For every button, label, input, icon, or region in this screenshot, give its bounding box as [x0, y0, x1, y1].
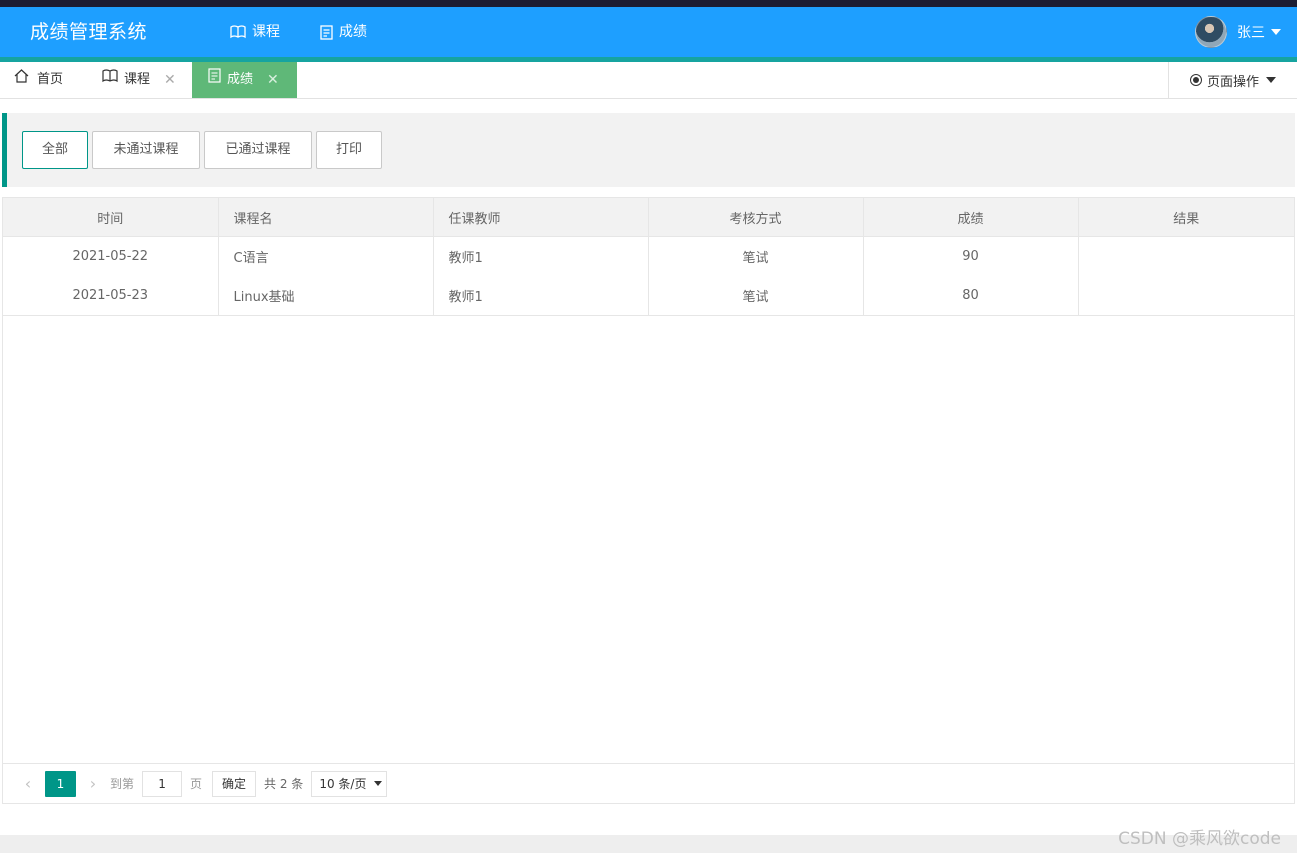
chevron-down-icon: [1271, 29, 1281, 35]
prev-page-button[interactable]: ‹: [17, 774, 39, 793]
document-icon: [208, 62, 221, 98]
page-operations-menu[interactable]: 页面操作: [1168, 62, 1297, 98]
current-page-button[interactable]: 1: [45, 770, 76, 797]
book-icon: [102, 62, 118, 98]
column-header-method[interactable]: 考核方式: [648, 198, 864, 237]
page-operations-label: 页面操作: [1206, 74, 1259, 90]
app-header: 成绩管理系统 课程 成绩 张三: [0, 7, 1297, 62]
next-page-button[interactable]: ›: [82, 774, 104, 793]
print-button[interactable]: 打印: [316, 131, 382, 169]
document-icon: [320, 24, 333, 40]
home-icon: [14, 62, 29, 98]
grades-table: 时间 课程名 任课教师 考核方式 成绩 结果 2021-05-22 C语言 教师…: [2, 197, 1295, 804]
cell-time: 2021-05-22: [3, 236, 219, 276]
filter-toolbar: 全部 未通过课程 已通过课程 打印: [2, 113, 1295, 187]
cell-time: 2021-05-23: [3, 276, 219, 316]
cell-method: 笔试: [648, 236, 864, 276]
column-header-teacher[interactable]: 任课教师: [433, 198, 649, 237]
column-header-result[interactable]: 结果: [1078, 198, 1294, 237]
nav-item-courses[interactable]: 课程: [210, 7, 300, 57]
tab-home[interactable]: 首页: [14, 62, 63, 98]
cell-score: 80: [863, 276, 1079, 316]
filter-all-button[interactable]: 全部: [22, 131, 88, 169]
cell-teacher: 教师1: [433, 236, 649, 276]
cell-result: [1078, 276, 1294, 316]
goto-page-input[interactable]: 1: [142, 770, 183, 797]
user-name: 张三: [1237, 25, 1265, 41]
goto-label: 到第: [110, 777, 135, 791]
total-count: 共 2 条: [264, 777, 304, 791]
page-size-select[interactable]: 10 条/页: [311, 770, 388, 797]
avatar: [1195, 16, 1227, 48]
top-strip: [0, 0, 1297, 7]
target-icon: [1189, 74, 1202, 86]
footer: [0, 835, 1297, 853]
nav-item-label: 课程: [252, 24, 280, 40]
pagination: ‹ 1 › 到第 1 页 确定 共 2 条 10 条/页: [3, 763, 1294, 803]
table-row[interactable]: 2021-05-22 C语言 教师1 笔试 90: [3, 236, 1294, 277]
table-row[interactable]: 2021-05-23 Linux基础 教师1 笔试 80: [3, 276, 1294, 316]
nav-item-label: 成绩: [339, 24, 367, 40]
page-unit-label: 页: [190, 777, 203, 791]
nav-item-grades[interactable]: 成绩: [300, 7, 387, 62]
top-nav: 课程 成绩: [210, 7, 387, 62]
tab-bar: 首页 课程 ✕ 成绩 ✕ 页面操作: [0, 62, 1297, 99]
app-title: 成绩管理系统: [30, 21, 148, 43]
close-icon[interactable]: ✕: [164, 62, 176, 98]
tab-grades[interactable]: 成绩 ✕: [192, 62, 297, 98]
table-header-row: 时间 课程名 任课教师 考核方式 成绩 结果: [3, 198, 1294, 237]
page-size-value: 10 条/页: [319, 777, 367, 791]
cell-teacher: 教师1: [433, 276, 649, 316]
cell-result: [1078, 237, 1294, 277]
chevron-down-icon: [374, 781, 383, 786]
cell-score: 90: [863, 236, 1079, 276]
cell-method: 笔试: [648, 276, 864, 316]
cell-course: Linux基础: [218, 276, 434, 316]
cell-course: C语言: [218, 236, 434, 276]
chevron-down-icon: [1266, 77, 1276, 83]
column-header-course[interactable]: 课程名: [218, 198, 434, 237]
column-header-time[interactable]: 时间: [3, 198, 219, 237]
column-header-score[interactable]: 成绩: [863, 198, 1079, 237]
filter-passed-button[interactable]: 已通过课程: [204, 131, 312, 169]
user-menu[interactable]: 张三: [1195, 7, 1281, 57]
close-icon[interactable]: ✕: [267, 62, 279, 98]
tab-label: 课程: [124, 72, 151, 87]
goto-confirm-button[interactable]: 确定: [212, 770, 257, 797]
book-icon: [230, 25, 246, 39]
filter-failed-button[interactable]: 未通过课程: [92, 131, 200, 169]
tab-courses[interactable]: 课程 ✕: [102, 62, 176, 98]
tab-label: 首页: [37, 72, 64, 87]
tab-label: 成绩: [227, 72, 254, 87]
watermark: CSDN @乘风欲code: [1118, 829, 1281, 849]
